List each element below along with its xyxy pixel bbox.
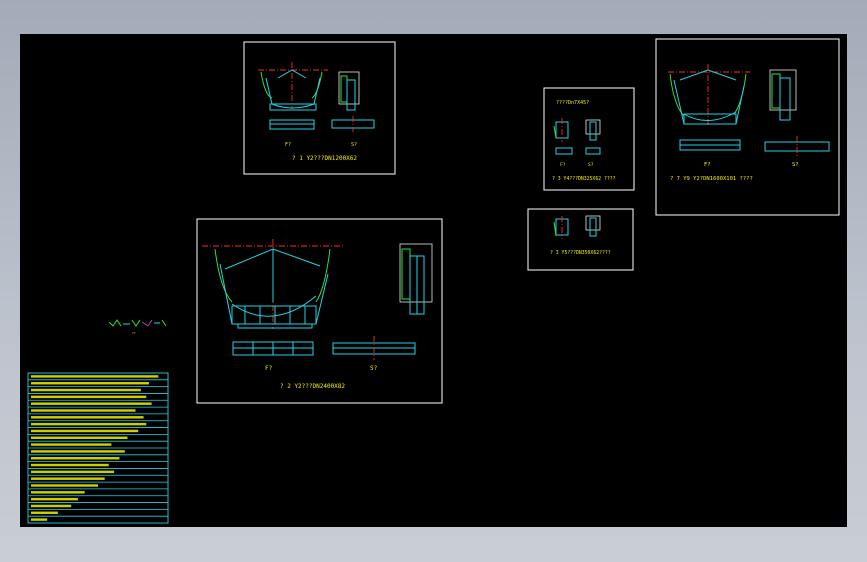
notes-table-text-line <box>31 463 109 467</box>
notes-table-text-line <box>31 422 147 426</box>
sheet-5-view-s: S? <box>792 162 799 168</box>
notes-table-text-line <box>31 477 105 480</box>
legend-symbols[interactable]: ?? <box>108 319 167 335</box>
sheet-2-caption: ? 2 Y2???DN2400X82 <box>280 383 345 390</box>
sheet-3-view-f: F? <box>560 162 566 168</box>
notes-table-text-line <box>31 395 147 399</box>
notes-table-text-line <box>31 497 78 501</box>
notes-table-text-line <box>31 388 141 392</box>
sheet-3-title: ????Dn7X45? <box>556 100 589 106</box>
sheet-1-caption: ? 1 Y2???DN1200X62 <box>292 155 357 162</box>
sheet-5-frame <box>655 38 840 216</box>
sheet-5[interactable]: F? S? ? 7 Y9 Y2?DN1600X101 ???? <box>655 38 840 216</box>
sheet-1[interactable]: F? S? ? 1 Y2???DN1200X62 <box>243 41 396 175</box>
notes-table-text-line <box>31 491 85 494</box>
legend-label: ?? <box>132 331 136 335</box>
notes-table-text-line <box>31 518 48 521</box>
sheet-4-frame <box>527 208 634 271</box>
notes-table-text-line <box>31 443 112 446</box>
sheet-1-view-s: S? <box>351 142 357 148</box>
sheet-1-view-f: F? <box>285 142 291 148</box>
notes-table-text-line <box>31 375 159 378</box>
notes-table-text-line <box>31 504 72 508</box>
sheet-4[interactable]: ? 3 Y5???DN350X62???? <box>527 208 634 271</box>
drawing-svg: F? S? ? 1 Y2???DN1200X62 F? S? ? 2 Y2???… <box>27 38 840 524</box>
notes-table-text-line <box>31 416 144 419</box>
notes-table-text-line <box>31 511 58 514</box>
sheet-2-view-s: S? <box>370 365 378 372</box>
notes-table-text-line <box>31 450 125 453</box>
cad-model-space[interactable]: F? S? ? 1 Y2???DN1200X62 F? S? ? 2 Y2???… <box>20 34 847 527</box>
notes-table-text-line <box>31 484 98 487</box>
sheet-3-caption: ? 3 Y4???DN325X62 ???? <box>552 176 616 182</box>
notes-table-text-line <box>31 429 139 433</box>
notes-table-text-line <box>31 402 152 405</box>
notes-table-text-line <box>31 382 149 385</box>
notes-table-text-line <box>31 409 136 412</box>
sheet-2-view-f: F? <box>265 365 273 372</box>
notes-table[interactable] <box>27 372 169 524</box>
sheet-3[interactable]: ????Dn7X45? F? S? ? 3 Y4???DN325X62 ???? <box>543 87 635 191</box>
sheet-5-view-f: F? <box>704 162 711 168</box>
sheet-4-caption: ? 3 Y5???DN350X62???? <box>550 250 611 256</box>
notes-table-text-line <box>31 457 120 460</box>
notes-table-text-line <box>31 436 128 439</box>
sheet-2[interactable]: F? S? ? 2 Y2???DN2400X82 <box>196 218 443 404</box>
notes-table-text-line <box>31 470 115 474</box>
sheet-3-view-s: S? <box>588 162 594 168</box>
sheet-5-caption: ? 7 Y9 Y2?DN1600X101 ???? <box>670 176 753 182</box>
